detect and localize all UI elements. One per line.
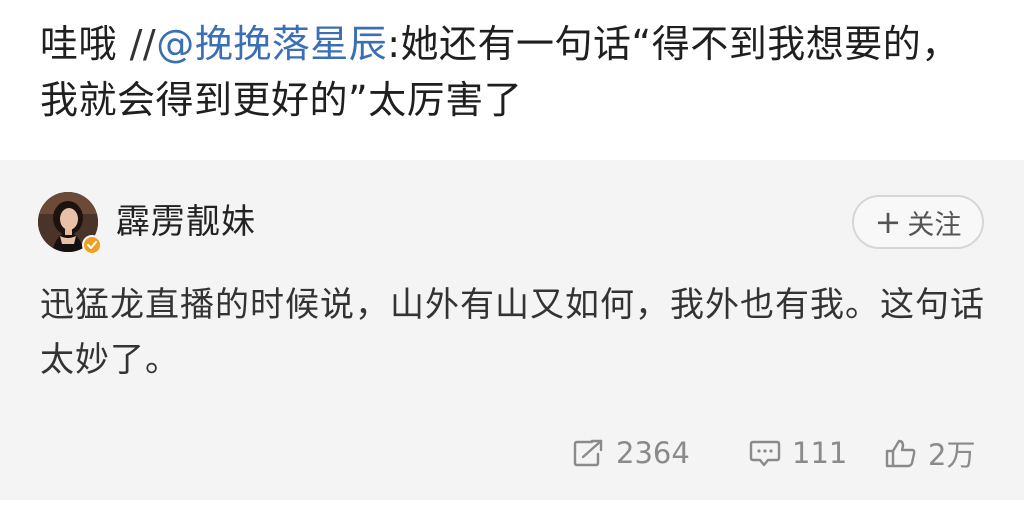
like-button[interactable]: 2万 (884, 428, 975, 478)
post-actions-bar: 2364 111 2万 (0, 428, 1024, 478)
plus-icon: + (874, 203, 902, 241)
comment-icon (749, 440, 781, 467)
repost-count: 2364 (616, 436, 690, 470)
like-count: 2万 (928, 438, 976, 472)
follow-button[interactable]: + 关注 (852, 195, 984, 249)
repost-comment: 哇哦 //@挽挽落星辰:她还有一句话“得不到我想要的，我就会得到更好的”太厉害了 (0, 0, 1024, 160)
follow-button-label: 关注 (907, 209, 962, 241)
original-post-card[interactable]: 霹雳靓妹 + 关注 迅猛龙直播的时候说，山外有山又如何，我外也有我。这句话太妙了… (0, 160, 1024, 500)
repost-button[interactable]: 2364 (572, 428, 690, 478)
author-name[interactable]: 霹雳靓妹 (116, 200, 256, 244)
thumbs-up-icon (885, 439, 916, 468)
user-mention-link[interactable]: @挽挽落星辰 (156, 22, 387, 66)
comment-count: 111 (792, 436, 848, 470)
repost-prefix: 哇哦 (40, 22, 130, 66)
verified-badge-icon (82, 235, 102, 255)
repost-separator: // (129, 22, 157, 66)
repost-icon (573, 439, 603, 467)
post-body-text: 迅猛龙直播的时候说，山外有山又如何，我外也有我。这句话太妙了。 (40, 285, 985, 380)
repost-text: 哇哦 //@挽挽落星辰:她还有一句话“得不到我想要的，我就会得到更好的”太厉害了 (40, 16, 990, 128)
comment-button[interactable]: 111 (748, 428, 847, 478)
